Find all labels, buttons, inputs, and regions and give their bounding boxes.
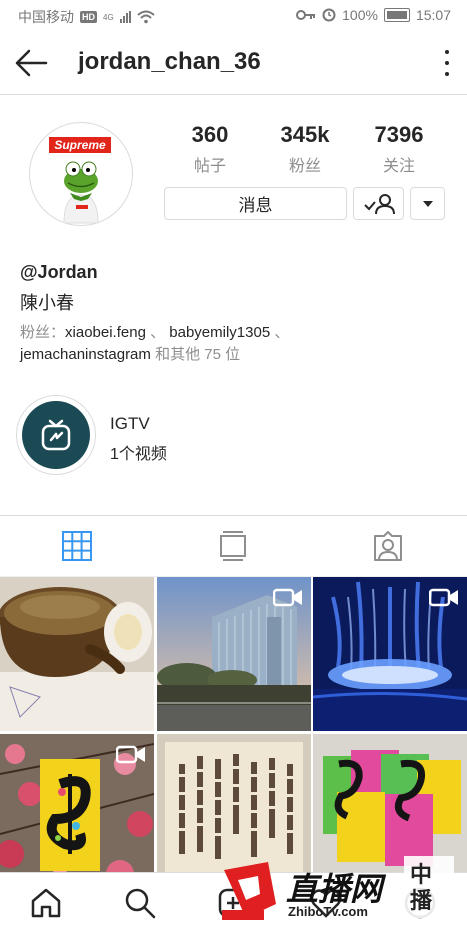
igtv-icon bbox=[41, 419, 71, 451]
hd-badge: HD bbox=[80, 11, 97, 23]
video-camera-icon bbox=[116, 745, 145, 764]
kermit-figure-icon bbox=[63, 161, 99, 224]
post-thumbnail[interactable] bbox=[0, 734, 154, 888]
igtv-title[interactable]: IGTV bbox=[110, 414, 150, 434]
more-options-icon[interactable] bbox=[443, 50, 451, 76]
igtv-badge bbox=[22, 401, 90, 469]
status-left: 中国移动 HD 4G bbox=[18, 7, 155, 27]
profile-tabs bbox=[0, 515, 467, 577]
battery-percent: 100% bbox=[342, 7, 378, 23]
message-button[interactable]: 消息 bbox=[164, 187, 347, 220]
watermark: 中 播 直播网 ZhiboTv.com bbox=[216, 852, 461, 922]
status-right: 100% 15:07 bbox=[296, 7, 451, 23]
key-icon bbox=[296, 10, 316, 20]
post-thumbnail[interactable] bbox=[0, 577, 154, 731]
back-arrow-icon[interactable] bbox=[14, 48, 48, 78]
post-image-claypot bbox=[0, 577, 154, 731]
caret-down-icon bbox=[422, 200, 433, 207]
profile-username: jordan_chan_36 bbox=[78, 48, 261, 75]
post-thumbnail[interactable] bbox=[157, 577, 311, 731]
battery-icon bbox=[383, 8, 410, 22]
profile-display-name: @Jordan bbox=[20, 262, 98, 282]
follower-link[interactable]: babyemily1305 bbox=[169, 324, 270, 341]
suggestions-dropdown-button[interactable] bbox=[410, 187, 445, 220]
stat-followers-label: 粉丝 bbox=[288, 158, 321, 175]
followed-by-prefix: 粉丝： bbox=[20, 324, 66, 341]
tagged-photos-icon[interactable] bbox=[372, 530, 404, 562]
stat-followers[interactable]: 345k 粉丝 bbox=[260, 122, 350, 176]
follower-link[interactable]: jemachaninstagram bbox=[20, 346, 151, 363]
carrier-label: 中国移动 bbox=[18, 9, 74, 25]
stat-posts-count: 360 bbox=[191, 122, 229, 147]
stat-following[interactable]: 7396 关注 bbox=[354, 122, 444, 176]
svg-text:中: 中 bbox=[410, 862, 432, 887]
video-camera-icon bbox=[273, 588, 302, 607]
stat-followers-count: 345k bbox=[280, 122, 330, 147]
avatar[interactable]: Supreme bbox=[29, 122, 133, 226]
svg-text:播: 播 bbox=[410, 888, 433, 913]
search-icon[interactable] bbox=[124, 887, 156, 919]
stat-posts-label: 帖子 bbox=[193, 158, 226, 175]
watermark-url: ZhiboTv.com bbox=[288, 904, 368, 919]
grid-view-icon[interactable] bbox=[61, 530, 93, 562]
follower-separator: 、 bbox=[150, 324, 166, 341]
following-button[interactable] bbox=[353, 187, 404, 220]
status-bar: 中国移动 HD 4G 100% 15:07 bbox=[0, 0, 467, 32]
followed-by-suffix: 和其他 75 位 bbox=[155, 346, 241, 363]
network-label: 4G bbox=[103, 12, 114, 22]
igtv-highlight[interactable] bbox=[16, 395, 96, 475]
follower-separator: 、 bbox=[274, 324, 290, 341]
igtv-video-count: 1个视频 bbox=[110, 446, 167, 463]
video-camera-icon bbox=[429, 588, 458, 607]
profile-header: jordan_chan_36 bbox=[0, 32, 467, 95]
post-thumbnail[interactable] bbox=[313, 577, 467, 731]
feed-view-icon[interactable] bbox=[217, 530, 249, 562]
stat-following-count: 7396 bbox=[374, 122, 424, 147]
clock: 15:07 bbox=[415, 7, 451, 23]
wifi-icon bbox=[137, 10, 155, 24]
signal-icon bbox=[119, 11, 131, 23]
profile-bio: 陳小春 bbox=[20, 293, 74, 313]
stat-posts[interactable]: 360 帖子 bbox=[165, 122, 255, 176]
alarm-icon bbox=[322, 8, 336, 22]
follower-link[interactable]: xiaobei.feng bbox=[65, 324, 146, 341]
home-icon[interactable] bbox=[30, 887, 62, 919]
stat-following-label: 关注 bbox=[382, 158, 415, 175]
following-check-icon bbox=[363, 193, 395, 214]
followed-by-text[interactable]: 粉丝：xiaobei.feng 、 babyemily1305 、 jemach… bbox=[20, 322, 450, 366]
